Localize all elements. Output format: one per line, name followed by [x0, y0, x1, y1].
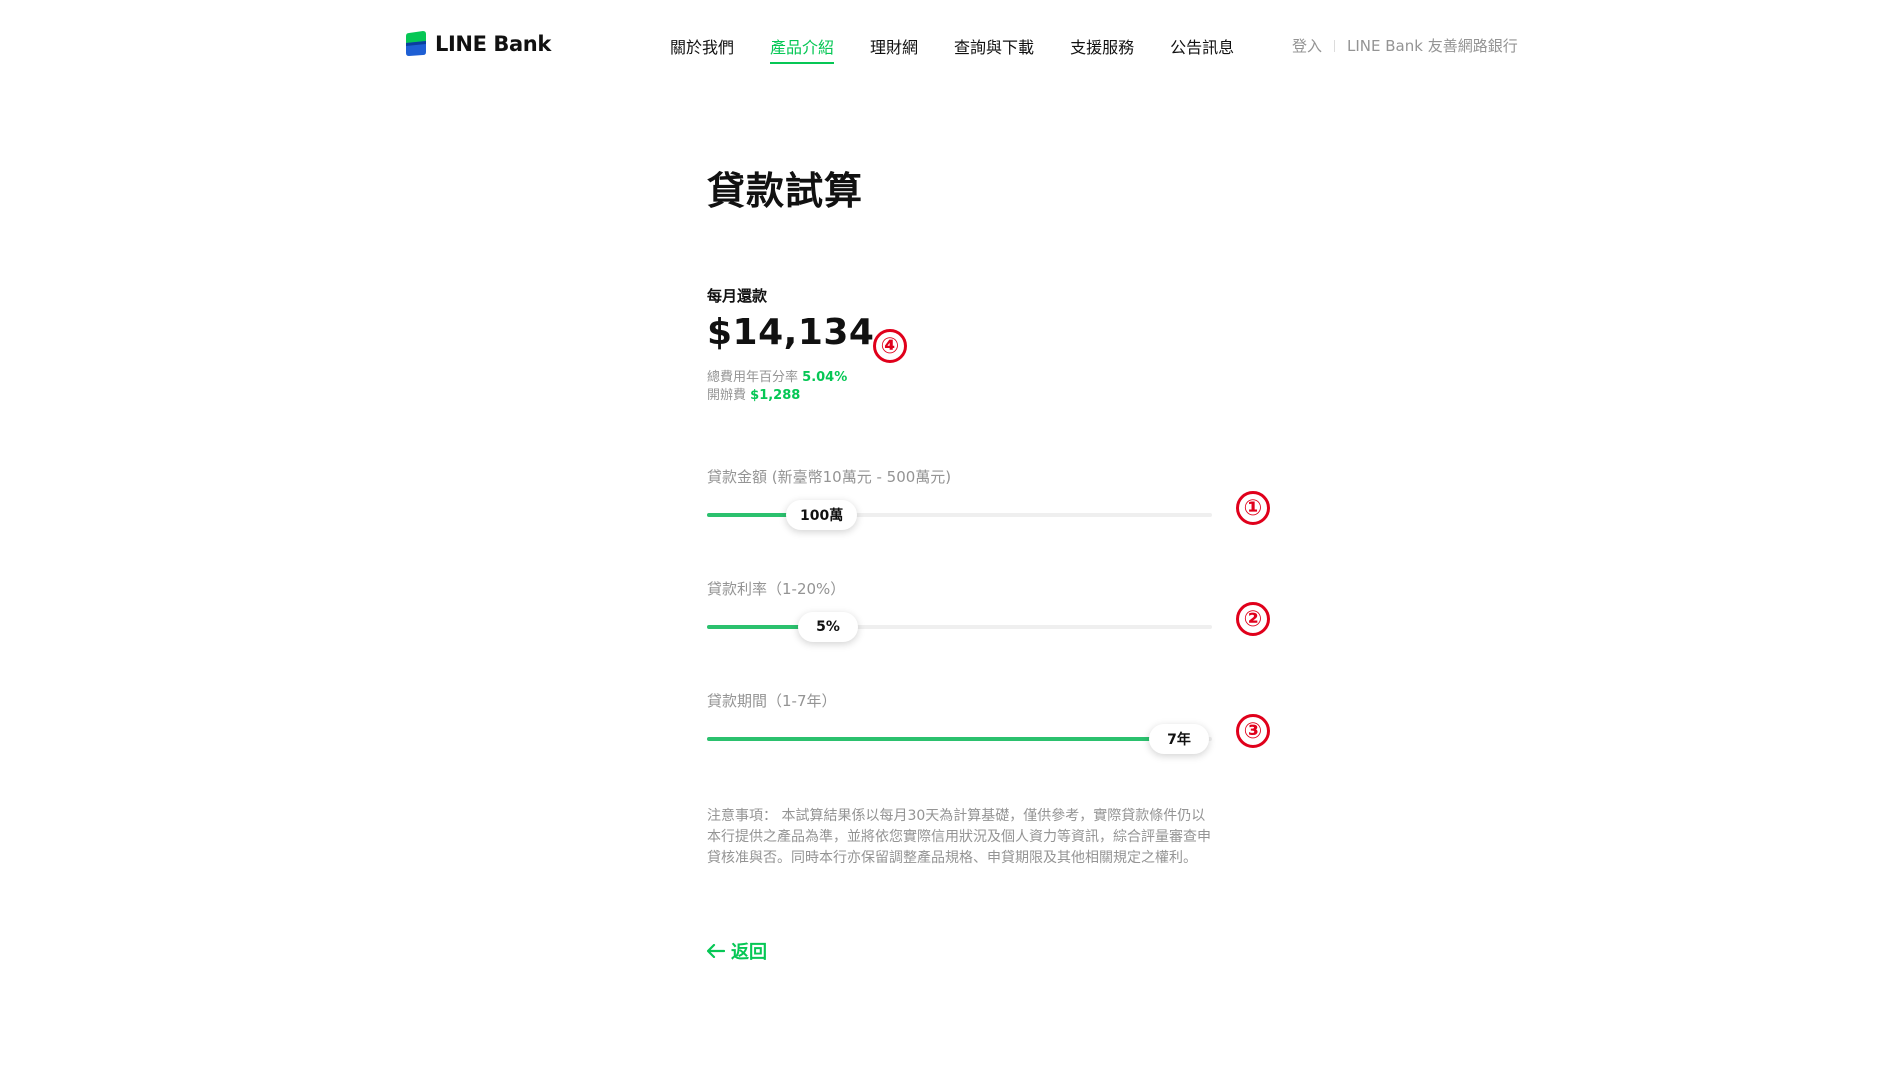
divider: [1334, 39, 1336, 52]
nav-about[interactable]: 關於我們: [670, 34, 734, 64]
apr-value: 5.04%: [802, 370, 848, 385]
fee-label: 開辦費: [707, 388, 747, 403]
loan-amount-track[interactable]: 100萬: [707, 500, 1212, 530]
loan-amount-label: 貸款金額 (新臺幣10萬元 - 500萬元): [707, 468, 952, 486]
annotation-2: ②: [1236, 602, 1270, 636]
monthly-payment-label: 每月還款: [707, 287, 768, 305]
loan-rate-track[interactable]: 5%: [707, 612, 1212, 642]
result-meta: 總費用年百分率 5.04% 開辦費 $1,288: [707, 369, 874, 405]
result-panel: 每月還款 $14,134 總費用年百分率 5.04% 開辦費 $1,288: [707, 285, 874, 405]
annotation-1: ①: [1236, 491, 1270, 525]
nav-query-download[interactable]: 查詢與下載: [954, 34, 1034, 64]
loan-term-slider-block: 貸款期間（1-7年） 7年: [707, 690, 1212, 754]
fee-row: 開辦費 $1,288: [707, 387, 874, 405]
notice-text: 注意事項： 本試算結果係以每月30天為計算基礎，僅供參考，實際貸款條件仍以本行提…: [707, 808, 1211, 866]
loan-amount-thumb[interactable]: 100萬: [786, 500, 858, 530]
friendly-bank-link[interactable]: LINE Bank 友善網路銀行: [1347, 35, 1518, 56]
login-link[interactable]: 登入: [1292, 35, 1322, 56]
loan-amount-fill: [707, 513, 791, 517]
loan-calculator-page: LINE Bank 關於我們 產品介紹 理財網 查詢與下載 支援服務 公告訊息 …: [0, 0, 1901, 1080]
page-title: 貸款試算: [707, 169, 864, 213]
loan-term-thumb[interactable]: 7年: [1149, 724, 1209, 754]
back-label: 返回: [731, 942, 767, 963]
arrow-left-icon: [707, 944, 725, 958]
content: 貸款試算: [707, 160, 1267, 215]
nav-announcements[interactable]: 公告訊息: [1170, 34, 1234, 64]
line-bank-logo[interactable]: LINE Bank: [405, 31, 551, 56]
monthly-payment-amount: $14,134: [707, 312, 875, 353]
main-nav: 關於我們 產品介紹 理財網 查詢與下載 支援服務 公告訊息: [670, 34, 1234, 64]
back-link[interactable]: 返回: [707, 938, 767, 964]
annotation-4: ④: [873, 329, 907, 363]
loan-rate-fill: [707, 625, 803, 629]
loan-term-label: 貸款期間（1-7年）: [707, 692, 837, 710]
loan-rate-thumb[interactable]: 5%: [798, 612, 858, 642]
nav-products[interactable]: 產品介紹: [770, 34, 835, 64]
annotation-3: ③: [1236, 714, 1270, 748]
line-bank-logo-icon: [406, 31, 426, 56]
loan-amount-slider-block: 貸款金額 (新臺幣10萬元 - 500萬元) 100萬: [707, 466, 1212, 530]
apr-row: 總費用年百分率 5.04%: [707, 369, 874, 387]
loan-rate-label: 貸款利率（1-20%）: [707, 580, 846, 598]
fee-value: $1,288: [750, 388, 801, 403]
logo-text: LINE Bank: [435, 31, 551, 56]
utility-links: 登入 LINE Bank 友善網路銀行: [1292, 35, 1518, 56]
apr-label: 總費用年百分率: [707, 370, 799, 385]
nav-support[interactable]: 支援服務: [1070, 34, 1134, 64]
loan-term-fill: [707, 737, 1152, 741]
loan-term-track[interactable]: 7年: [707, 724, 1212, 754]
nav-wealth[interactable]: 理財網: [870, 34, 918, 64]
loan-rate-slider-block: 貸款利率（1-20%） 5%: [707, 578, 1212, 642]
